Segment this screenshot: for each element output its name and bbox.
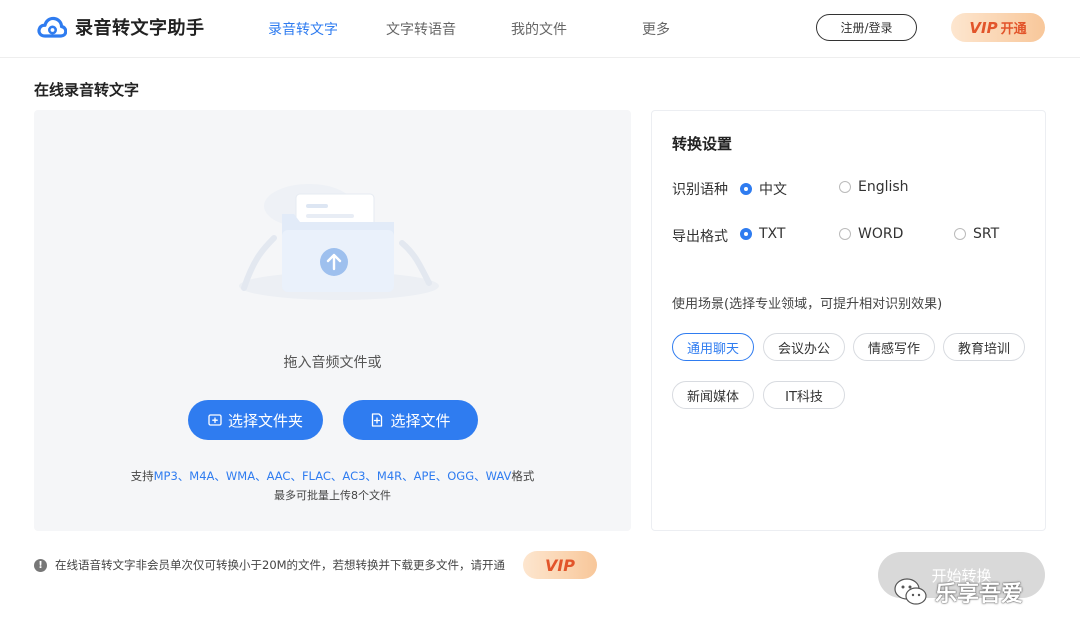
- nav-item-more[interactable]: 更多: [642, 19, 670, 39]
- supported-formats-text: 支持MP3、M4A、WMA、AAC、FLAC、AC3、M4R、APE、OGG、W…: [34, 468, 631, 484]
- member-limit-notice: ! 在线语音转文字非会员单次仅可转换小于20M的文件，若想转换并下载更多文件，请…: [34, 557, 505, 573]
- notice-vip-button[interactable]: VIP: [523, 551, 597, 579]
- radio-unchecked-icon: [954, 228, 966, 240]
- language-label: 识别语种: [672, 182, 728, 198]
- format-radio-srt[interactable]: SRT: [954, 226, 999, 242]
- scene-chip-education-training[interactable]: 教育培训: [943, 333, 1025, 361]
- login-register-button[interactable]: 注册/登录: [816, 14, 917, 41]
- folder-add-icon: [208, 414, 222, 426]
- member-limit-text: 在线语音转文字非会员单次仅可转换小于20M的文件，若想转换并下载更多文件，请开通: [55, 558, 506, 572]
- vip-badge-text: VIP: [969, 18, 998, 37]
- format-radio-word[interactable]: WORD: [839, 226, 903, 242]
- radio-unchecked-icon: [839, 228, 851, 240]
- upload-dropzone[interactable]: 拖入音频文件或 选择文件夹 选择文件 支持MP3、M4A、WMA、AAC、FLA…: [34, 110, 631, 531]
- vip-open-text: 开通: [1000, 22, 1027, 37]
- top-header: 录音转文字助手 录音转文字 文字转语音 我的文件 更多 注册/登录 VIP 开通: [0, 0, 1080, 58]
- watermark-text: 乐享吾爱: [935, 582, 1024, 607]
- wechat-icon: [894, 578, 927, 605]
- nav-item-my-files[interactable]: 我的文件: [511, 19, 567, 39]
- format-option-label: SRT: [973, 226, 1000, 242]
- usage-scene-label: 使用场景(选择专业领域，可提升相对识别效果): [672, 297, 943, 312]
- nav-item-recording-to-text[interactable]: 录音转文字: [268, 19, 338, 39]
- format-option-label: WORD: [858, 226, 904, 242]
- scene-chip-emotional-writing[interactable]: 情感写作: [853, 333, 935, 361]
- select-folder-button[interactable]: 选择文件夹: [188, 400, 323, 440]
- language-radio-english[interactable]: English: [839, 179, 909, 195]
- language-option-label: 中文: [759, 182, 787, 198]
- select-folder-label: 选择文件夹: [227, 411, 303, 430]
- scene-chip-meeting-office[interactable]: 会议办公: [763, 333, 845, 361]
- file-add-icon: [372, 413, 383, 427]
- format-option-label: TXT: [759, 226, 786, 242]
- export-format-label: 导出格式: [672, 229, 728, 245]
- scene-chip-general-chat[interactable]: 通用聊天: [672, 333, 754, 361]
- conversion-settings-panel: 转换设置 识别语种 中文 English 导出格式 TXT WORD SRT 使…: [651, 110, 1046, 531]
- drop-hint-text: 拖入音频文件或: [283, 355, 382, 371]
- radio-checked-icon: [740, 183, 752, 195]
- nav-item-text-to-speech[interactable]: 文字转语音: [386, 19, 456, 39]
- settings-title: 转换设置: [672, 135, 733, 153]
- language-option-label: English: [858, 179, 909, 195]
- info-icon: !: [34, 558, 47, 572]
- app-root: 录音转文字助手 录音转文字 文字转语音 我的文件 更多 注册/登录 VIP 开通…: [0, 0, 1080, 641]
- supported-formats-list: MP3、M4A、WMA、AAC、FLAC、AC3、M4R、APE、OGG、WAV: [153, 469, 512, 483]
- wechat-watermark: 乐享吾爱: [893, 576, 1023, 608]
- select-file-button[interactable]: 选择文件: [343, 400, 478, 440]
- format-radio-txt[interactable]: TXT: [740, 226, 785, 242]
- page-title: 在线录音转文字: [34, 81, 140, 99]
- main-nav: 录音转文字 文字转语音 我的文件 更多: [0, 0, 1080, 58]
- radio-checked-icon: [740, 228, 752, 240]
- radio-unchecked-icon: [839, 181, 851, 193]
- supported-formats-suffix: 格式: [511, 469, 535, 483]
- supported-formats-prefix: 支持: [130, 469, 154, 483]
- upload-folder-illustration: [239, 184, 439, 300]
- select-file-label: 选择文件: [390, 411, 451, 430]
- batch-limit-text: 最多可批量上传8个文件: [274, 489, 391, 502]
- vip-open-button[interactable]: VIP 开通: [951, 13, 1045, 42]
- language-radio-chinese[interactable]: 中文: [740, 179, 787, 199]
- scene-chip-news-media[interactable]: 新闻媒体: [672, 381, 754, 409]
- scene-chip-it-tech[interactable]: IT科技: [763, 381, 845, 409]
